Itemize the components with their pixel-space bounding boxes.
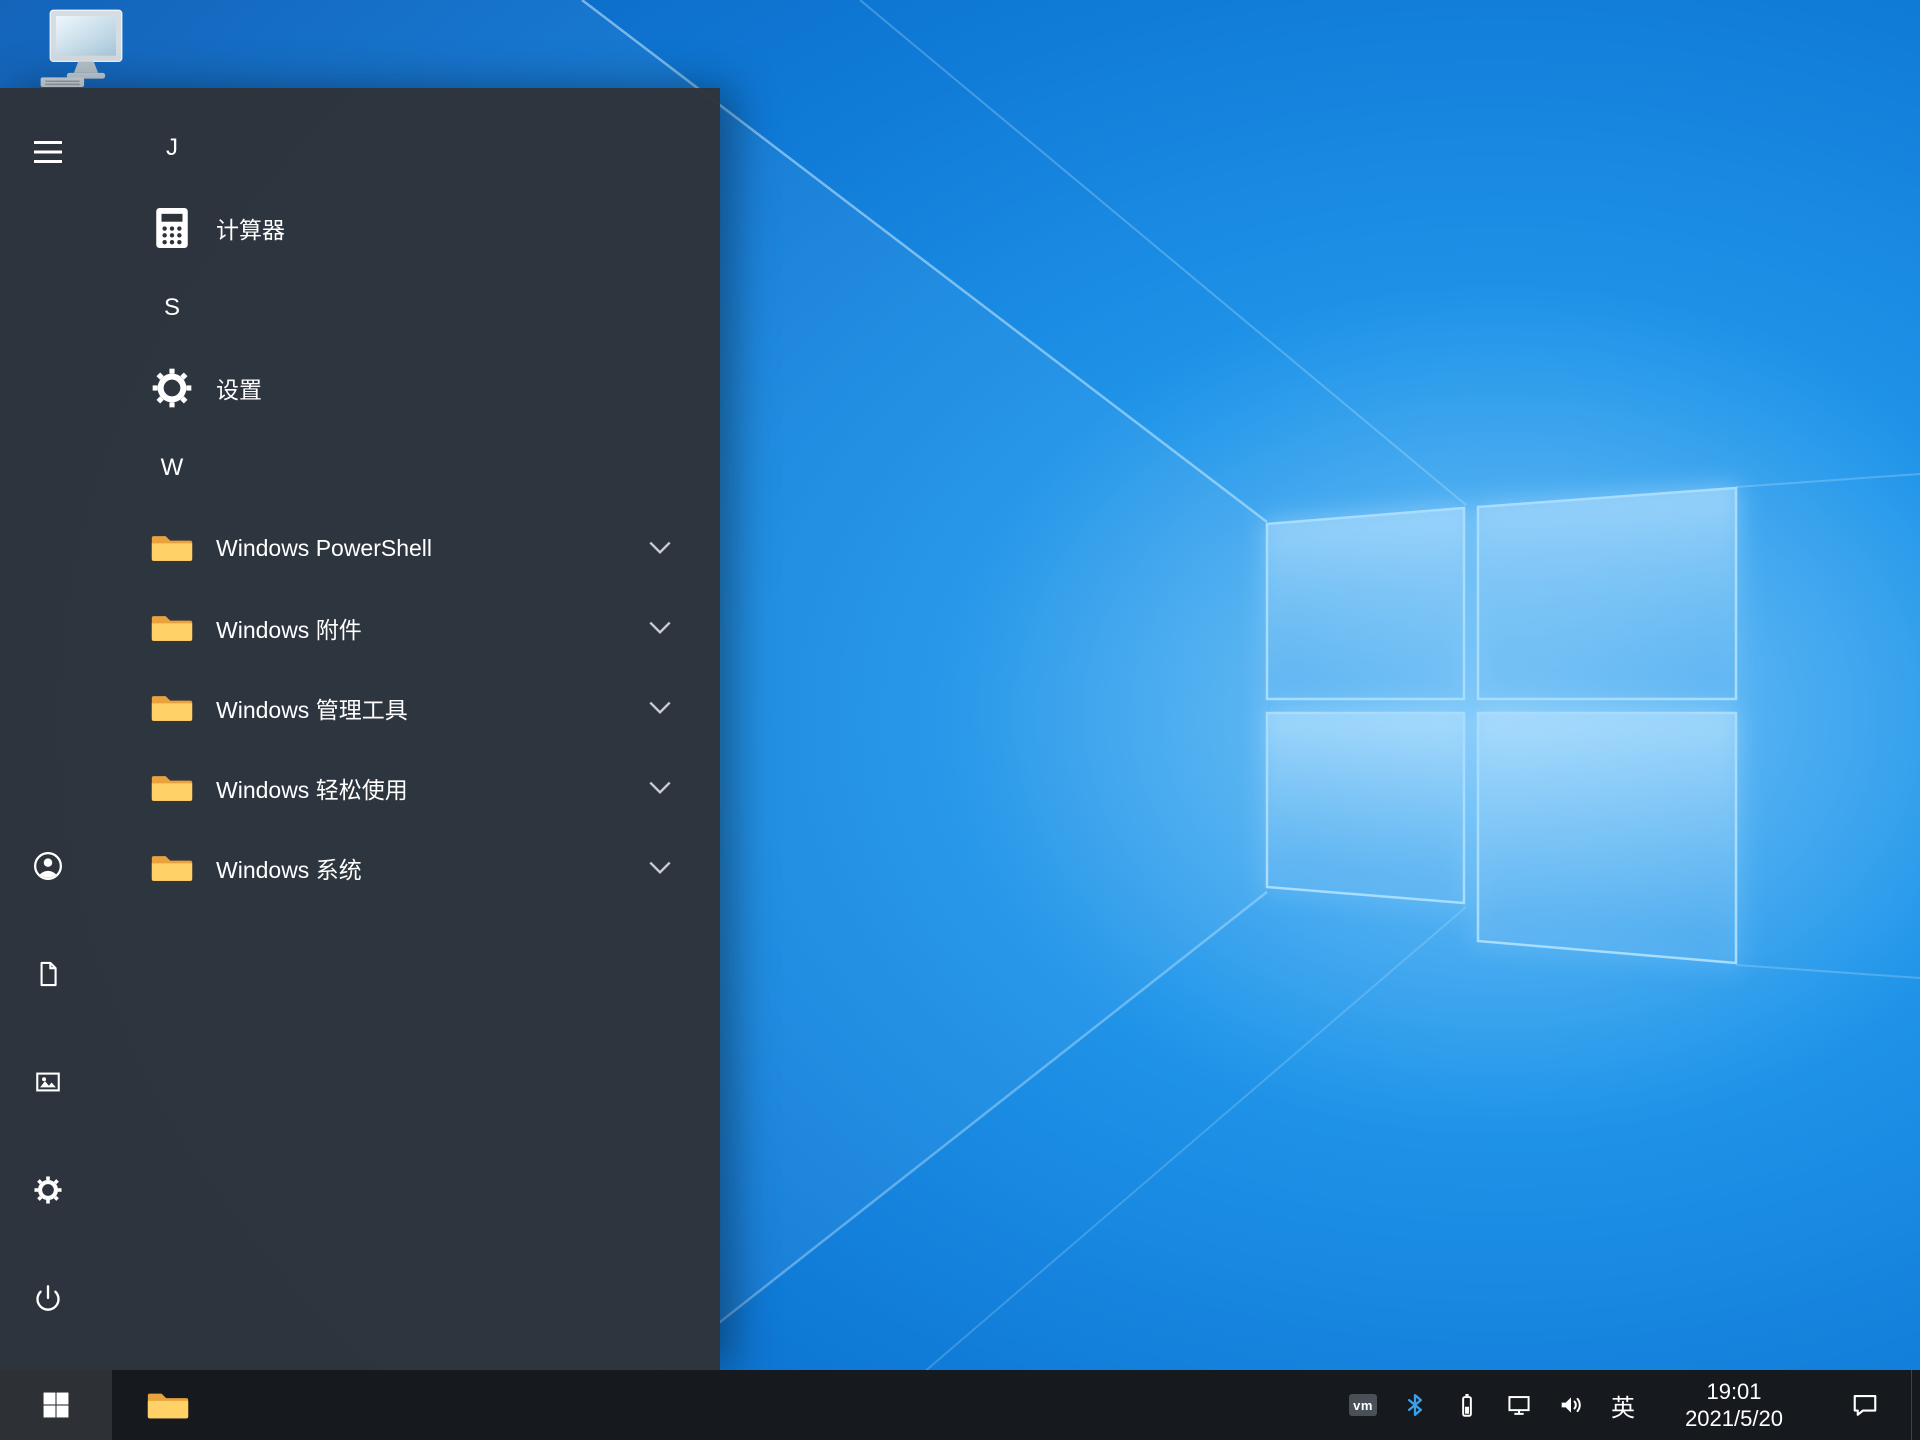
vmware-icon: vm [1349,1394,1377,1416]
desktop: J 计算器 S 设置 W Windows PowerShell Windows … [0,0,1920,1440]
clock-time: 19:01 [1706,1379,1762,1404]
start-menu: J 计算器 S 设置 W Windows PowerShell Windows … [0,88,720,1370]
start-button[interactable] [0,1370,112,1440]
folder-icon [150,685,194,731]
this-pc-icon[interactable] [40,8,132,88]
chevron-down-icon[interactable] [647,699,673,717]
file-explorer-button[interactable] [112,1370,224,1440]
letter-label: W [160,454,184,481]
letter-header-j[interactable]: J [96,108,720,188]
taskbar-clock[interactable]: 19:01 2021/5/20 [1649,1370,1819,1440]
picture-icon [34,1068,62,1096]
windows-logo-icon [43,1392,69,1418]
start-app-list: J 计算器 S 设置 W Windows PowerShell Windows … [96,88,720,1370]
power-icon [34,1284,62,1312]
vmware-tray-button[interactable]: vm [1337,1370,1389,1440]
volume-tray-button[interactable] [1545,1370,1597,1440]
chevron-down-icon[interactable] [647,619,673,637]
start-item-label: 计算器 [216,217,285,243]
user-account-button[interactable] [24,842,72,890]
start-menu-rail [0,88,96,1370]
hamburger-icon [34,141,62,163]
folder-icon [150,765,194,811]
calculator-icon [150,205,194,251]
folder-icon [150,525,194,571]
system-tray: vm 英 19:01 2021/5/20 [1337,1370,1920,1440]
letter-header-w[interactable]: W [96,428,720,508]
letter-label: S [163,294,180,321]
start-item-settings[interactable]: 设置 [96,348,720,428]
chevron-down-icon[interactable] [647,779,673,797]
start-item-calculator[interactable]: 计算器 [96,188,720,268]
start-folder-windows-accessories[interactable]: Windows 附件 [96,588,720,668]
start-folder-windows-admin-tools[interactable]: Windows 管理工具 [96,668,720,748]
letter-label: J [166,134,178,161]
action-center-button[interactable] [1819,1370,1911,1440]
bluetooth-tray-button[interactable] [1389,1370,1441,1440]
start-folder-windows-ease-of-access[interactable]: Windows 轻松使用 [96,748,720,828]
power-button[interactable] [24,1274,72,1322]
start-item-label: Windows 管理工具 [216,697,408,723]
start-folder-windows-system[interactable]: Windows 系统 [96,828,720,908]
show-desktop-button[interactable] [1911,1370,1920,1440]
folder-icon [146,1388,190,1423]
chevron-down-icon[interactable] [647,539,673,557]
volume-icon [1557,1391,1585,1419]
action-center-icon [1850,1390,1880,1420]
computer-monitor-icon [40,8,132,88]
start-item-label: Windows PowerShell [216,534,433,561]
input-language-label: 英 [1611,1394,1635,1422]
start-item-label: Windows 系统 [216,857,362,883]
battery-tray-button[interactable] [1441,1370,1493,1440]
gear-icon [34,1176,62,1204]
letter-header-s[interactable]: S [96,268,720,348]
documents-button[interactable] [24,950,72,998]
user-avatar-icon [33,851,63,881]
taskbar: vm 英 19:01 2021/5/20 [0,1370,1920,1440]
start-item-label: 设置 [216,377,262,403]
settings-button[interactable] [24,1166,72,1214]
battery-icon [1453,1391,1481,1419]
gear-icon [150,365,194,411]
clock-date: 2021/5/20 [1685,1406,1783,1431]
network-tray-button[interactable] [1493,1370,1545,1440]
folder-icon [150,605,194,651]
pictures-button[interactable] [24,1058,72,1106]
document-icon [34,960,62,988]
start-item-label: Windows 附件 [216,617,362,643]
expand-menu-button[interactable] [24,128,72,176]
folder-icon [150,845,194,891]
start-folder-windows-powershell[interactable]: Windows PowerShell [96,508,720,588]
bluetooth-icon [1401,1391,1429,1419]
network-icon [1505,1391,1533,1419]
chevron-down-icon[interactable] [647,859,673,877]
start-item-label: Windows 轻松使用 [216,777,408,803]
input-language-button[interactable]: 英 [1597,1370,1649,1440]
